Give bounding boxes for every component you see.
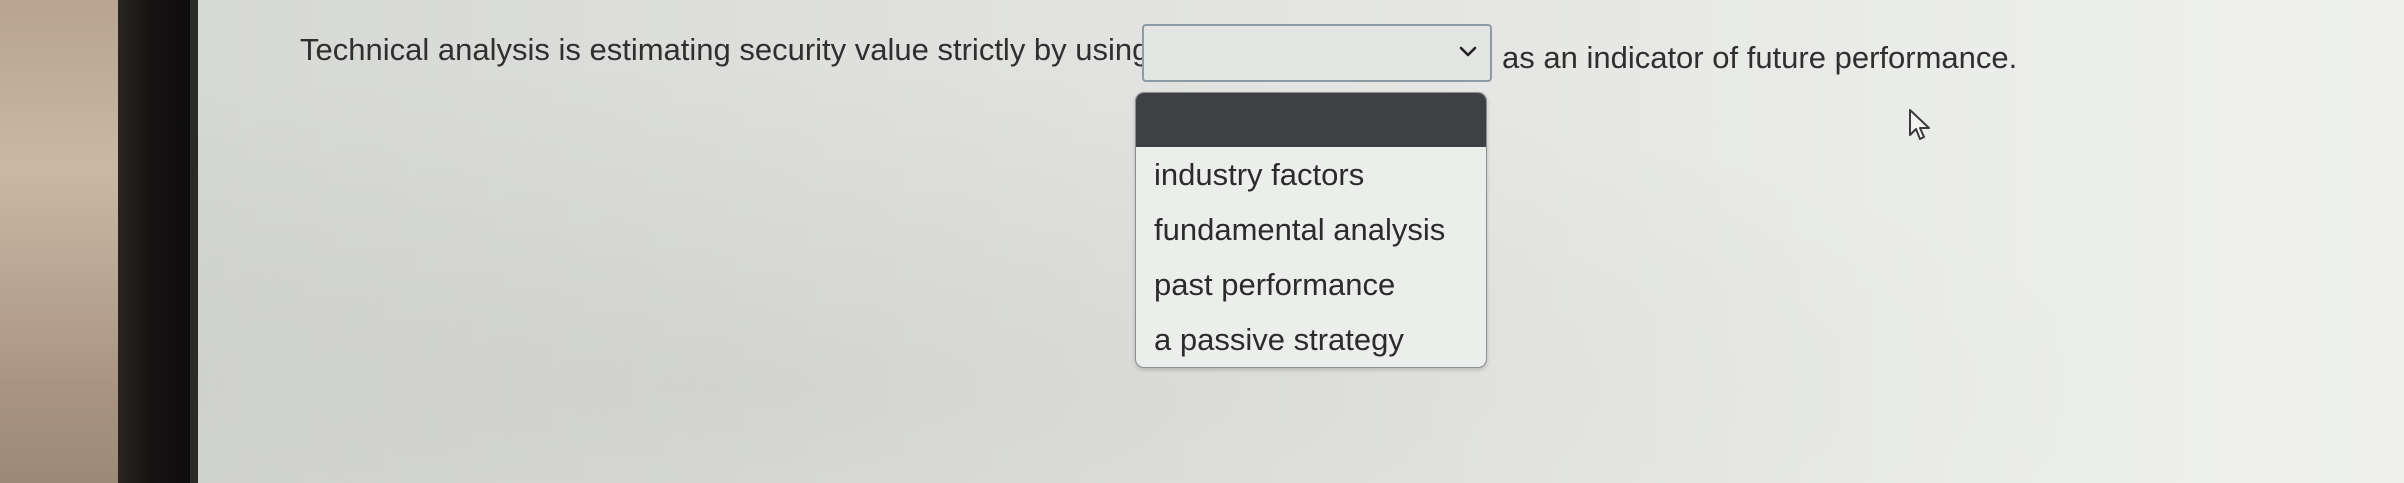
chevron-down-icon: [1459, 46, 1477, 57]
option-blank-highlighted[interactable]: [1136, 93, 1486, 147]
question-text-after: as an indicator of future performance.: [1502, 40, 2018, 75]
answer-select[interactable]: [1142, 24, 1492, 82]
option-past-performance[interactable]: past performance: [1136, 257, 1486, 312]
mouse-pointer-icon: [1909, 109, 1930, 140]
option-passive-strategy[interactable]: a passive strategy: [1136, 312, 1486, 367]
monitor-bezel: [118, 0, 198, 483]
option-fundamental-analysis[interactable]: fundamental analysis: [1136, 202, 1486, 257]
question-text-before: Technical analysis is estimating securit…: [300, 32, 1150, 67]
option-industry-factors[interactable]: industry factors: [1136, 147, 1486, 202]
dropdown-list: industry factors fundamental analysis pa…: [1135, 92, 1487, 368]
